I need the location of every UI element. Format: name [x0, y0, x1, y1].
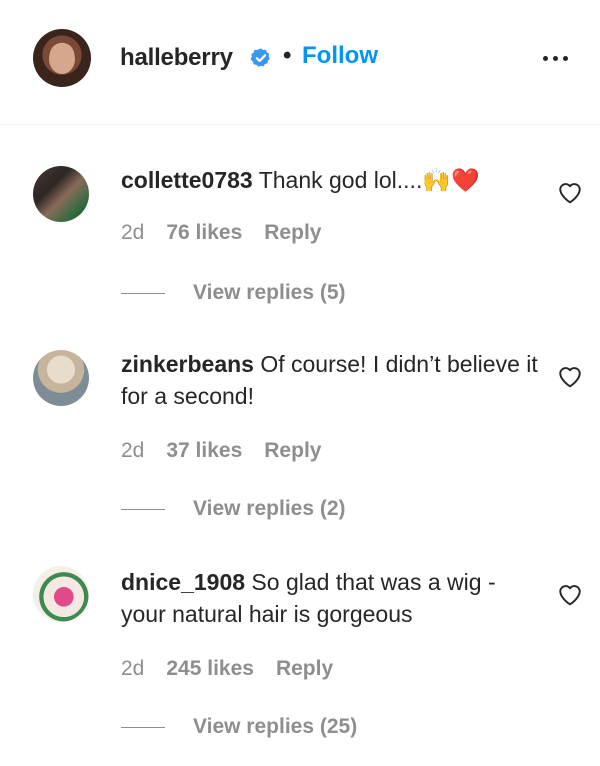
comment-time[interactable]: 2d: [121, 221, 144, 245]
comment-text: dnice_1908 So glad that was a wig - your…: [121, 566, 541, 630]
comment-likes[interactable]: 76 likes: [166, 221, 242, 245]
view-replies-label: View replies (2): [193, 497, 346, 520]
reply-button[interactable]: Reply: [276, 657, 333, 681]
view-replies-label: View replies (5): [193, 281, 346, 304]
commenter-avatar[interactable]: [33, 166, 89, 222]
heart-icon[interactable]: [557, 582, 583, 606]
comment-username[interactable]: collette0783: [121, 167, 253, 193]
comment-meta: 2d 245 likes Reply: [121, 657, 333, 681]
view-replies-button[interactable]: View replies (25): [121, 715, 357, 739]
comment-meta: 2d 76 likes Reply: [121, 221, 321, 245]
comment-body: Thank god lol....🙌❤️: [258, 167, 480, 193]
header-separator: •: [283, 42, 292, 69]
follow-button[interactable]: Follow: [302, 42, 378, 70]
view-replies-button[interactable]: View replies (2): [121, 497, 346, 521]
heart-icon[interactable]: [557, 180, 583, 204]
view-replies-label: View replies (25): [193, 715, 358, 738]
author-avatar[interactable]: [33, 29, 91, 87]
verified-badge-icon: [250, 48, 270, 67]
view-replies-button[interactable]: View replies (5): [121, 281, 346, 305]
replies-divider: [121, 726, 165, 728]
commenter-avatar[interactable]: [33, 566, 89, 622]
commenter-avatar[interactable]: [33, 350, 89, 406]
comment-text: zinkerbeans Of course! I didn’t believe …: [121, 348, 541, 412]
comment-likes[interactable]: 37 likes: [166, 439, 242, 463]
comment-likes[interactable]: 245 likes: [166, 657, 254, 681]
replies-divider: [121, 508, 165, 510]
author-username[interactable]: halleberry: [120, 44, 233, 72]
reply-button[interactable]: Reply: [264, 221, 321, 245]
comment-username[interactable]: zinkerbeans: [121, 351, 254, 377]
comment-meta: 2d 37 likes Reply: [121, 439, 321, 463]
more-options-icon[interactable]: [543, 50, 577, 66]
reply-button[interactable]: Reply: [264, 439, 321, 463]
comment-username[interactable]: dnice_1908: [121, 569, 245, 595]
post-header: halleberry • Follow: [0, 0, 600, 125]
comment-text: collette0783 Thank god lol....🙌❤️: [121, 164, 541, 196]
comment-time[interactable]: 2d: [121, 657, 144, 681]
replies-divider: [121, 292, 165, 294]
comment-time[interactable]: 2d: [121, 439, 144, 463]
heart-icon[interactable]: [557, 364, 583, 388]
